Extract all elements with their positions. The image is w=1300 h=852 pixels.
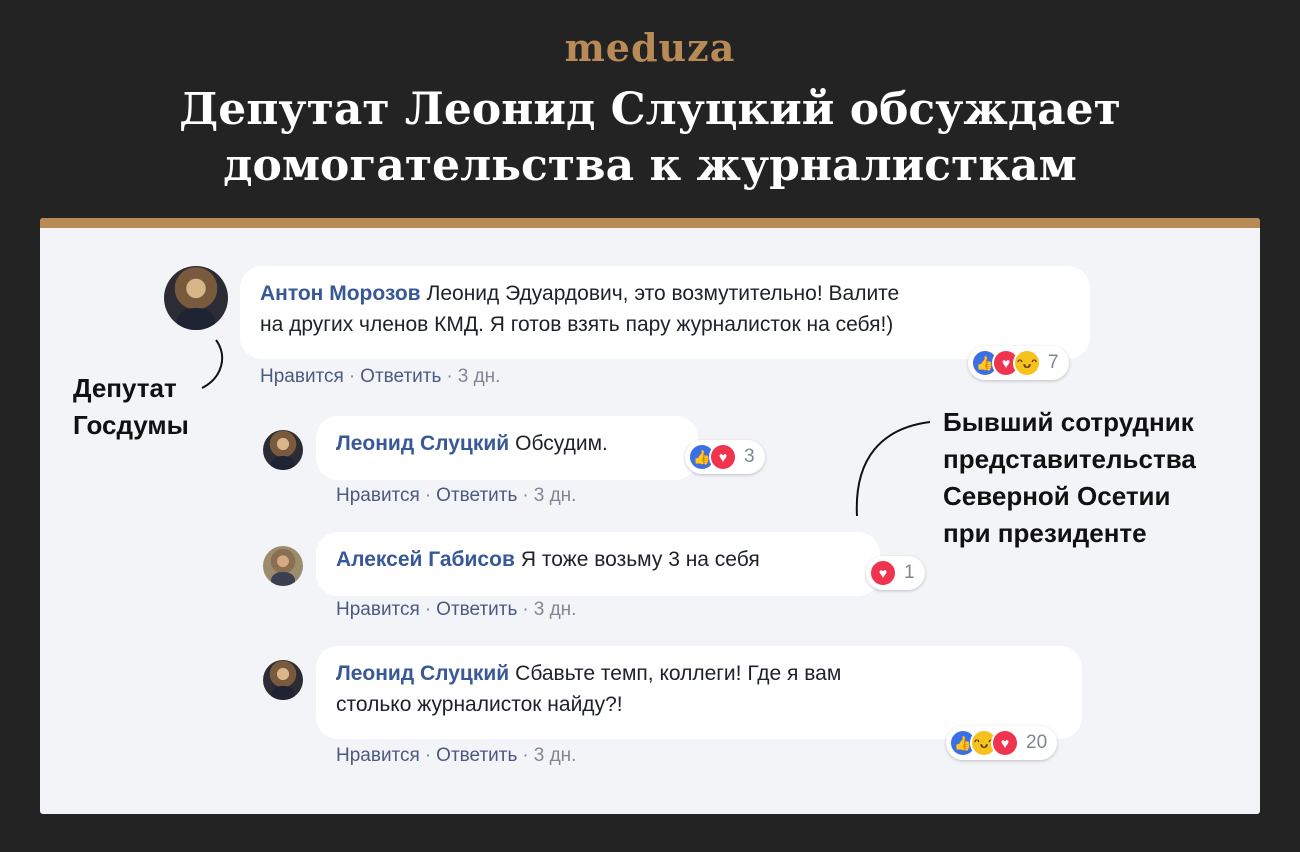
avatar[interactable] [263, 546, 303, 586]
reactions-summary[interactable]: 👍 ᵔᴗᵔ ♥ 20 [946, 726, 1058, 760]
reaction-count: 20 [1026, 732, 1048, 753]
comment-text: Обсудим. [515, 432, 608, 455]
annotation-line: Депутат [73, 373, 177, 403]
annotation-line: Северной Осетии [943, 481, 1171, 511]
reply-link[interactable]: Ответить [436, 599, 517, 620]
separator-dot: · [424, 745, 432, 766]
annotation-left: Депутат Госдумы [73, 370, 189, 444]
comment-bubble: Алексей Габисов Я тоже возьму 3 на себя [316, 532, 880, 596]
separator-dot: · [348, 366, 356, 387]
comment-text: столько журналисток найду?! [336, 693, 623, 716]
reaction-count: 1 [904, 562, 915, 583]
comment-actions: Нравится · Ответить · 3 дн. [260, 366, 500, 388]
separator-dot: · [424, 485, 432, 506]
love-icon: ♥ [709, 443, 737, 471]
comment-text: Сбавьте темп, коллеги! Где я вам [515, 662, 842, 685]
comments-card: Антон Морозов Леонид Эдуардович, это возм… [40, 218, 1260, 814]
headline-line-2: домогательства к журналисткам [223, 140, 1077, 191]
meduza-logo: meduza [564, 25, 736, 70]
reaction-count: 3 [744, 446, 755, 467]
comment-text: на других членов КМД. Я готов взять пару… [260, 313, 894, 336]
avatar[interactable] [263, 430, 303, 470]
separator-dot: · [446, 366, 453, 387]
reactions-summary[interactable]: ♥ 1 [866, 556, 925, 590]
annotation-line: Бывший сотрудник [943, 407, 1194, 437]
reactions-summary[interactable]: 👍 ♥ 3 [685, 440, 765, 474]
comment-author[interactable]: Леонид Слуцкий [336, 662, 509, 685]
love-icon: ♥ [991, 729, 1019, 757]
reactions-summary[interactable]: 👍 ♥ ᵔᴗᵔ 7 [968, 346, 1069, 380]
annotation-line: Госдумы [73, 410, 189, 440]
timestamp[interactable]: 3 дн. [458, 366, 501, 387]
separator-dot: · [522, 485, 529, 506]
annotation-right: Бывший сотрудник представительства Север… [943, 404, 1196, 552]
comment-actions: Нравится · Ответить · 3 дн. [336, 485, 576, 507]
like-link[interactable]: Нравится [336, 599, 420, 620]
reply-link[interactable]: Ответить [436, 485, 517, 506]
like-link[interactable]: Нравится [260, 366, 344, 387]
annotation-line: при президенте [943, 518, 1147, 548]
annotation-pointer-left [201, 339, 224, 389]
headline: Депутат Леонид Слуцкий обсуждает домогат… [0, 82, 1300, 194]
comment-bubble: Антон Морозов Леонид Эдуардович, это возм… [240, 266, 1090, 359]
comment-author[interactable]: Алексей Габисов [336, 548, 515, 571]
comment-actions: Нравится · Ответить · 3 дн. [336, 599, 576, 621]
comment-actions: Нравится · Ответить · 3 дн. [336, 745, 576, 767]
comment-bubble: Леонид Слуцкий Обсудим. [316, 416, 698, 480]
annotation-pointer-right [855, 421, 931, 517]
timestamp[interactable]: 3 дн. [534, 485, 577, 506]
love-icon: ♥ [869, 559, 897, 587]
separator-dot: · [522, 599, 529, 620]
reaction-count: 7 [1048, 352, 1059, 373]
reply-link[interactable]: Ответить [436, 745, 517, 766]
card-accent-bar [40, 218, 1260, 228]
comment-text: Леонид Эдуардович, это возмутительно! Ва… [426, 282, 900, 305]
avatar[interactable] [164, 266, 228, 330]
timestamp[interactable]: 3 дн. [534, 745, 577, 766]
separator-dot: · [522, 745, 529, 766]
annotation-line: представительства [943, 444, 1196, 474]
like-link[interactable]: Нравится [336, 485, 420, 506]
headline-line-1: Депутат Леонид Слуцкий обсуждает [179, 84, 1121, 135]
comment-text: Я тоже возьму 3 на себя [520, 548, 760, 571]
separator-dot: · [424, 599, 432, 620]
comment-author[interactable]: Леонид Слуцкий [336, 432, 509, 455]
timestamp[interactable]: 3 дн. [534, 599, 577, 620]
like-link[interactable]: Нравится [336, 745, 420, 766]
comment-author[interactable]: Антон Морозов [260, 282, 421, 305]
avatar[interactable] [263, 660, 303, 700]
haha-icon: ᵔᴗᵔ [1013, 349, 1041, 377]
reply-link[interactable]: Ответить [360, 366, 441, 387]
